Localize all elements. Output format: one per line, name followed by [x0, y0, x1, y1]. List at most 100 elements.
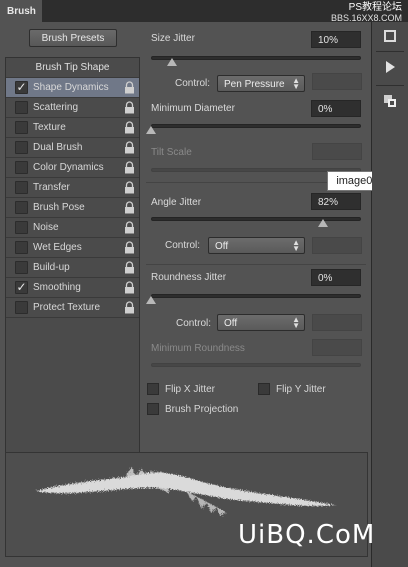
size-control-select[interactable]: Pen Pressure ▲ ▼ [217, 75, 305, 92]
size-jitter-thumb[interactable] [167, 58, 177, 66]
brush-option-smoothing[interactable]: ✓ Smoothing [6, 278, 139, 298]
toolbar-divider [376, 51, 404, 52]
option-label: Protect Texture [33, 302, 101, 313]
minimum-diameter-thumb[interactable] [146, 126, 156, 134]
option-checkbox[interactable]: ✓ [15, 281, 28, 294]
option-label: Scattering [33, 102, 79, 113]
angle-control-extra-field [312, 237, 362, 254]
option-checkbox[interactable] [15, 301, 28, 314]
layers-icon[interactable] [377, 89, 403, 113]
lock-icon[interactable] [124, 281, 135, 294]
option-checkbox[interactable] [15, 261, 28, 274]
option-checkbox[interactable] [15, 181, 28, 194]
option-checkbox[interactable] [15, 201, 28, 214]
select-arrows-icon: ▲ ▼ [292, 76, 300, 91]
roundness-control-label: Control: [176, 318, 212, 329]
option-label: Texture [33, 122, 66, 133]
option-checkbox[interactable]: ✓ [15, 81, 28, 94]
angle-control-select[interactable]: Off ▲ ▼ [208, 237, 305, 254]
lock-icon[interactable] [124, 261, 135, 274]
flip-x-jitter-checkbox[interactable] [147, 383, 159, 395]
minimum-diameter-label: Minimum Diameter [151, 103, 235, 114]
brush-option-protect-texture[interactable]: Protect Texture [6, 298, 139, 318]
option-checkbox[interactable] [15, 241, 28, 254]
roundness-control-value: Off [224, 318, 238, 329]
brush-option-wet-edges[interactable]: Wet Edges [6, 238, 139, 258]
lock-icon[interactable] [124, 241, 135, 254]
size-jitter-slider[interactable] [151, 56, 361, 60]
brush-projection-checkbox[interactable] [147, 403, 159, 415]
brush-option-noise[interactable]: Noise [6, 218, 139, 238]
select-arrows-icon: ▲ ▼ [292, 238, 300, 253]
brush-tip-shape-item[interactable]: Brush Tip Shape [6, 58, 139, 78]
lock-icon[interactable] [124, 141, 135, 154]
angle-jitter-value[interactable]: 82% [311, 193, 361, 210]
option-label: Noise [33, 222, 59, 233]
tab-brush[interactable]: Brush [0, 0, 42, 22]
roundness-jitter-value[interactable]: 0% [311, 269, 361, 286]
minimum-diameter-value[interactable]: 0% [311, 100, 361, 117]
lock-icon[interactable] [124, 201, 135, 214]
flip-y-jitter-option[interactable]: Flip Y Jitter [258, 383, 326, 395]
angle-jitter-thumb[interactable] [318, 219, 328, 227]
lock-icon[interactable] [124, 301, 135, 314]
brush-option-shape-dynamics[interactable]: ✓ Shape Dynamics [6, 78, 139, 98]
option-label: Color Dynamics [33, 162, 104, 173]
flip-x-jitter-option[interactable]: Flip X Jitter [147, 383, 215, 395]
angle-jitter-label: Angle Jitter [151, 197, 202, 208]
option-checkbox[interactable] [15, 121, 28, 134]
select-arrows-icon: ▲ ▼ [292, 315, 300, 330]
roundness-jitter-slider[interactable] [151, 294, 361, 298]
option-label: Smoothing [33, 282, 81, 293]
lock-icon[interactable] [124, 161, 135, 174]
roundness-jitter-label: Roundness Jitter [151, 272, 227, 283]
size-jitter-label: Size Jitter [151, 33, 195, 44]
roundness-control-select[interactable]: Off ▲ ▼ [217, 314, 305, 331]
roundness-jitter-thumb[interactable] [146, 296, 156, 304]
lock-icon[interactable] [124, 121, 135, 134]
lock-icon[interactable] [124, 81, 135, 94]
toolbar-divider [376, 85, 404, 86]
lock-icon[interactable] [124, 221, 135, 234]
tilt-scale-value [312, 143, 362, 160]
brush-option-scattering[interactable]: Scattering [6, 98, 139, 118]
flip-y-jitter-checkbox[interactable] [258, 383, 270, 395]
brush-option-transfer[interactable]: Transfer [6, 178, 139, 198]
option-label: Wet Edges [33, 242, 82, 253]
angle-control-label: Control: [165, 240, 201, 251]
brush-option-dual-brush[interactable]: Dual Brush [6, 138, 139, 158]
brush-option-brush-pose[interactable]: Brush Pose [6, 198, 139, 218]
option-checkbox[interactable] [15, 161, 28, 174]
lock-icon[interactable] [124, 101, 135, 114]
watermark-bottom: UiBQ.CoM [238, 520, 376, 550]
minimum-roundness-slider [151, 363, 361, 367]
tilt-scale-label: Tilt Scale [151, 147, 192, 158]
option-label: Shape Dynamics [33, 82, 109, 93]
minimum-diameter-slider[interactable] [151, 124, 361, 128]
roundness-control-extra-field [312, 314, 362, 331]
watermark-top: PS教程论坛 BBS.16XX8.COM [331, 2, 402, 24]
title-bar: Brush PS教程论坛 BBS.16XX8.COM [0, 0, 408, 24]
size-control-value: Pen Pressure [224, 79, 285, 90]
angle-jitter-slider[interactable] [151, 217, 361, 221]
brush-option-build-up[interactable]: Build-up [6, 258, 139, 278]
lock-icon[interactable] [124, 181, 135, 194]
minimum-roundness-value [312, 339, 362, 356]
option-checkbox[interactable] [15, 221, 28, 234]
option-checkbox[interactable] [15, 101, 28, 114]
size-control-extra-field [312, 73, 362, 90]
flip-x-jitter-label: Flip X Jitter [165, 383, 216, 395]
option-checkbox[interactable] [15, 141, 28, 154]
brush-option-color-dynamics[interactable]: Color Dynamics [6, 158, 139, 178]
brush-options-list: Brush Tip Shape ✓ Shape Dynamics Scatterin… [5, 57, 140, 467]
brush-projection-option[interactable]: Brush Projection [147, 403, 238, 415]
play-icon[interactable] [377, 55, 403, 79]
option-label: Dual Brush [33, 142, 83, 153]
brush-panel-icon[interactable] [377, 24, 403, 48]
size-control-label: Control: [175, 78, 211, 89]
brush-option-texture[interactable]: Texture [6, 118, 139, 138]
brush-presets-button[interactable]: Brush Presets [29, 29, 117, 47]
brush-projection-label: Brush Projection [165, 403, 239, 415]
size-jitter-value[interactable]: 10% [311, 31, 361, 48]
divider [146, 264, 366, 265]
